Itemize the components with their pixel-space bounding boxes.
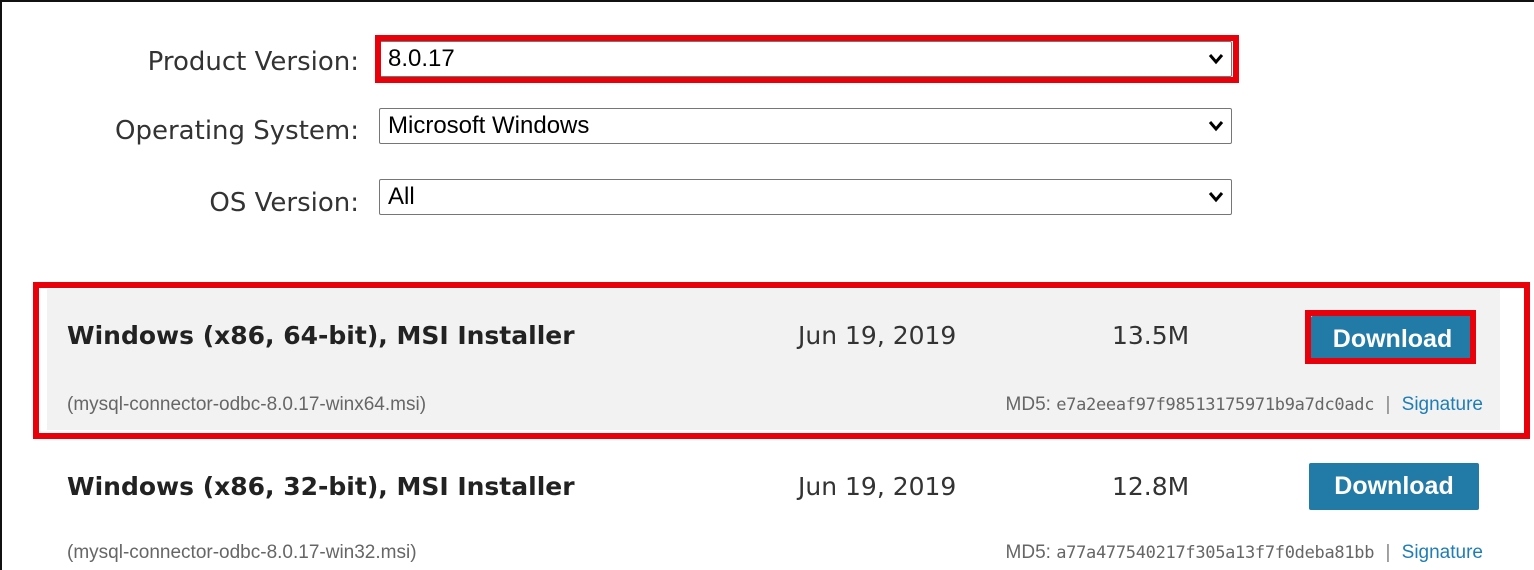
md5-hash: e7a2eeaf97f98513175971b9a7dc0adc	[1056, 395, 1375, 415]
download-button[interactable]: Download	[1309, 463, 1479, 510]
page-left-border	[0, 0, 2, 570]
row-date: Jun 19, 2019	[798, 472, 957, 501]
download-button[interactable]: Download	[1311, 316, 1474, 362]
row-size: 13.5M	[1112, 321, 1190, 350]
row-size: 12.8M	[1112, 472, 1190, 501]
product-version-value: 8.0.17	[388, 45, 455, 72]
row-title: Windows (x86, 32-bit), MSI Installer	[67, 472, 575, 501]
product-version-select[interactable]: 8.0.17	[379, 41, 1232, 77]
row-filename: (mysql-connector-odbc-8.0.17-winx64.msi)	[67, 394, 427, 415]
os-version-select[interactable]: All	[379, 179, 1232, 215]
chevron-down-icon	[1201, 108, 1231, 144]
md5-hash: a77a477540217f305a13f7f0deba81bb	[1056, 543, 1375, 563]
chevron-down-icon	[1201, 179, 1231, 215]
chevron-down-icon	[1201, 41, 1231, 77]
row-date: Jun 19, 2019	[798, 321, 957, 350]
os-version-value: All	[388, 183, 415, 210]
operating-system-select[interactable]: Microsoft Windows	[379, 108, 1232, 144]
operating-system-value: Microsoft Windows	[388, 112, 590, 139]
md5-separator: |	[1385, 394, 1391, 415]
signature-link[interactable]: Signature	[1402, 542, 1483, 563]
signature-link[interactable]: Signature	[1402, 394, 1483, 415]
row-md5: MD5: a77a477540217f305a13f7f0deba81bb | …	[1006, 542, 1483, 564]
product-version-label: Product Version:	[147, 47, 359, 77]
download-row-32bit: Windows (x86, 32-bit), MSI Installer Jun…	[47, 445, 1500, 570]
row-md5: MD5: e7a2eeaf97f98513175971b9a7dc0adc | …	[1006, 394, 1483, 416]
page-top-border	[0, 0, 1534, 2]
operating-system-label: Operating System:	[115, 116, 359, 146]
md5-separator: |	[1385, 542, 1391, 563]
row-title: Windows (x86, 64-bit), MSI Installer	[67, 321, 575, 350]
download-row-64bit: Windows (x86, 64-bit), MSI Installer Jun…	[47, 289, 1500, 430]
row-filename: (mysql-connector-odbc-8.0.17-win32.msi)	[67, 542, 417, 563]
os-version-label: OS Version:	[209, 188, 359, 218]
md5-label: MD5:	[1005, 542, 1051, 563]
md5-label: MD5:	[1005, 394, 1051, 415]
